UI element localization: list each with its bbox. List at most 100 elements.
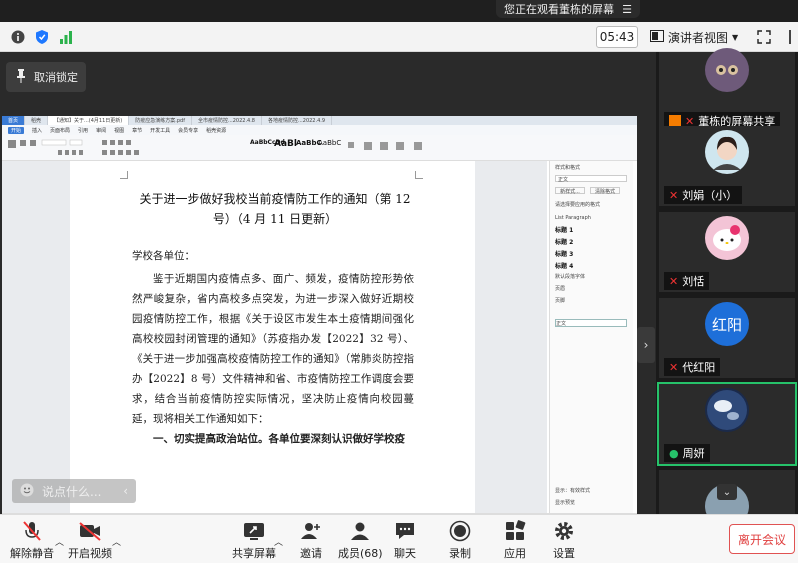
chat-quick-input[interactable]: 说点什么... ‹ xyxy=(12,479,136,503)
participant-name-tag: ✕ 刘恬 xyxy=(664,272,710,290)
wps-tab[interactable]: 各地疫情防控...2022.4.9 xyxy=(262,116,333,125)
mic-muted-icon: ✕ xyxy=(669,274,679,288)
participant-tile[interactable]: ✕ 刘恬 xyxy=(659,212,795,292)
shared-screen-area: 取消锁定 首页 稻壳 【通知】关于...(4月11日更新) 防疫应急演练方案.p… xyxy=(0,52,656,522)
styles-pane-heading: 请选择要应用的格式 xyxy=(555,202,601,208)
unlock-button[interactable]: 取消锁定 xyxy=(6,62,86,92)
list-icon[interactable]: ☰ xyxy=(622,3,632,16)
unmute-button[interactable]: 解除静音 xyxy=(10,519,54,561)
wps-ribbon: AaBbCcDd AaBl AaBbC AaBbC xyxy=(2,135,637,161)
styles-pane: 样式和格式 正文 新样式... 清除格式 请选择要应用的格式 List Para… xyxy=(549,161,633,513)
wps-tab[interactable]: 全市疫情防控...2022.4.8 xyxy=(192,116,262,125)
meeting-toolbar: 解除静音 ︿ 开启视频 ︿ 共享屏幕 ︿ 邀请 成员(68) 聊天 录制 应用 … xyxy=(0,514,798,563)
wps-menu-item[interactable]: 开始 xyxy=(8,126,25,134)
share-screen-icon xyxy=(243,519,265,543)
members-button[interactable]: 成员(68) xyxy=(338,519,383,561)
signal-icon[interactable] xyxy=(58,29,74,45)
wps-menu-item[interactable]: 会员专享 xyxy=(178,127,198,134)
banner-text: 您正在观看董栋的屏幕 xyxy=(504,3,614,16)
avatar xyxy=(705,388,749,432)
screen-share-banner: 您正在观看董栋的屏幕 ☰ xyxy=(496,0,640,18)
wps-menu-item[interactable]: 视图 xyxy=(114,127,124,134)
chevron-down-icon: ▼ xyxy=(732,32,739,42)
wps-menu-item[interactable]: 页面布局 xyxy=(50,127,70,134)
wps-menu-bar: 开始 插入 页面布局 引用 审阅 视图 章节 开发工具 会员专享 稻壳资源 xyxy=(2,125,637,135)
wps-menu-item[interactable]: 审阅 xyxy=(96,127,106,134)
record-button[interactable]: 录制 xyxy=(449,519,471,561)
style-item[interactable]: List Paragraph xyxy=(555,215,591,221)
document-page[interactable]: 关于进一步做好我校当前疫情防工作的通知（第 12 号）（4 月 11 日更新） … xyxy=(70,161,475,513)
clear-format-button[interactable]: 清除格式 xyxy=(590,187,620,195)
apps-button[interactable]: 应用 xyxy=(504,519,526,561)
start-video-label: 开启视频 xyxy=(68,547,112,560)
chevron-left-icon[interactable]: ‹ xyxy=(123,484,128,498)
document-body: 鉴于近期国内疫情点多、面广、频发，疫情防控形势依然严峻复杂，省内高校多点突发，为… xyxy=(132,273,414,425)
wps-menu-item[interactable]: 引用 xyxy=(78,127,88,134)
ribbon-tools-right-icon xyxy=(348,142,422,150)
styles-show-label[interactable]: 显示：有效样式 xyxy=(555,487,590,494)
ribbon-tools-icon xyxy=(8,139,139,155)
settings-button[interactable]: 设置 xyxy=(553,519,575,561)
apps-icon xyxy=(504,519,526,543)
corner-mark xyxy=(415,171,423,179)
shield-icon[interactable] xyxy=(34,29,50,45)
mic-muted-icon xyxy=(21,519,43,543)
settings-label: 设置 xyxy=(553,547,575,560)
chevron-up-icon[interactable]: ︿ xyxy=(112,535,121,548)
wps-tab[interactable]: 【通知】关于...(4月11日更新) xyxy=(48,116,130,125)
chevron-up-icon[interactable]: ︿ xyxy=(274,535,283,548)
participant-name: 刘恬 xyxy=(682,275,705,288)
style-item[interactable]: 页眉 xyxy=(555,285,565,292)
wps-tab[interactable]: 首页 xyxy=(2,116,26,125)
leave-meeting-button[interactable]: 离开会议 xyxy=(729,524,795,554)
participant-tile[interactable]: ✕ 董栋的屏幕共享 xyxy=(659,48,795,132)
chat-button[interactable]: 聊天 xyxy=(394,519,416,561)
participant-tile[interactable]: 红阳 ✕ 代红阳 xyxy=(659,298,795,378)
more-icon[interactable] xyxy=(782,29,798,45)
wps-tab[interactable]: 防疫应急演练方案.pdf xyxy=(129,116,192,125)
style-item[interactable]: 标题 2 xyxy=(555,239,573,246)
style-item[interactable]: 标题 4 xyxy=(555,263,573,270)
emoji-icon[interactable] xyxy=(20,483,34,500)
wps-menu-item[interactable]: 章节 xyxy=(132,127,142,134)
participant-tile[interactable]: ● 周妍 xyxy=(657,382,797,466)
document-title: 关于进一步做好我校当前疫情防工作的通知（第 12 号）（4 月 11 日更新） xyxy=(139,192,411,226)
mic-active-icon: ● xyxy=(669,446,679,460)
unmute-label: 解除静音 xyxy=(10,547,54,560)
mic-muted-icon: ✕ xyxy=(669,360,679,374)
fullscreen-icon[interactable] xyxy=(756,29,772,45)
scroll-down-icon[interactable]: ⌄ xyxy=(717,484,737,500)
avatar xyxy=(705,216,749,260)
styles-preview-label[interactable]: 显示预览 xyxy=(555,499,575,506)
invite-button[interactable]: 邀请 xyxy=(300,519,322,561)
collapse-panel-button[interactable]: › xyxy=(637,327,655,363)
style-heading1[interactable]: AaBl xyxy=(274,139,297,149)
share-screen-button[interactable]: 共享屏幕 xyxy=(232,519,276,561)
wps-menu-item[interactable]: 稻壳资源 xyxy=(206,127,226,134)
view-mode-label: 演讲者视图 xyxy=(668,30,729,45)
chevron-up-icon[interactable]: ︿ xyxy=(55,535,64,548)
record-icon xyxy=(449,519,471,543)
chat-placeholder: 说点什么... xyxy=(42,484,102,499)
style-heading3[interactable]: AaBbC xyxy=(318,139,341,147)
style-item[interactable]: 标题 3 xyxy=(555,251,573,258)
unlock-label: 取消锁定 xyxy=(34,71,78,84)
gear-icon xyxy=(553,519,575,543)
style-item[interactable]: 页脚 xyxy=(555,297,565,304)
chat-icon xyxy=(394,519,416,543)
style-item[interactable]: 标题 1 xyxy=(555,227,573,234)
participant-tile[interactable]: ✕ 刘娟（小） xyxy=(659,126,795,206)
wps-menu-item[interactable]: 插入 xyxy=(32,127,42,134)
participant-name: 代红阳 xyxy=(682,361,716,374)
new-style-button[interactable]: 新样式... xyxy=(555,187,585,195)
wps-tab[interactable]: 稻壳 xyxy=(25,116,49,125)
view-mode-button[interactable]: 演讲者视图 ▼ xyxy=(650,26,744,48)
wps-menu-item[interactable]: 开发工具 xyxy=(150,127,170,134)
info-icon[interactable] xyxy=(10,29,26,45)
start-video-button[interactable]: 开启视频 xyxy=(68,519,112,561)
style-item[interactable]: 正文 xyxy=(555,319,627,327)
current-style-box[interactable]: 正文 xyxy=(555,175,627,183)
corner-mark xyxy=(120,171,128,179)
participant-tile[interactable]: ⌄ xyxy=(659,470,795,528)
style-item[interactable]: 默认段落字体 xyxy=(555,273,585,280)
